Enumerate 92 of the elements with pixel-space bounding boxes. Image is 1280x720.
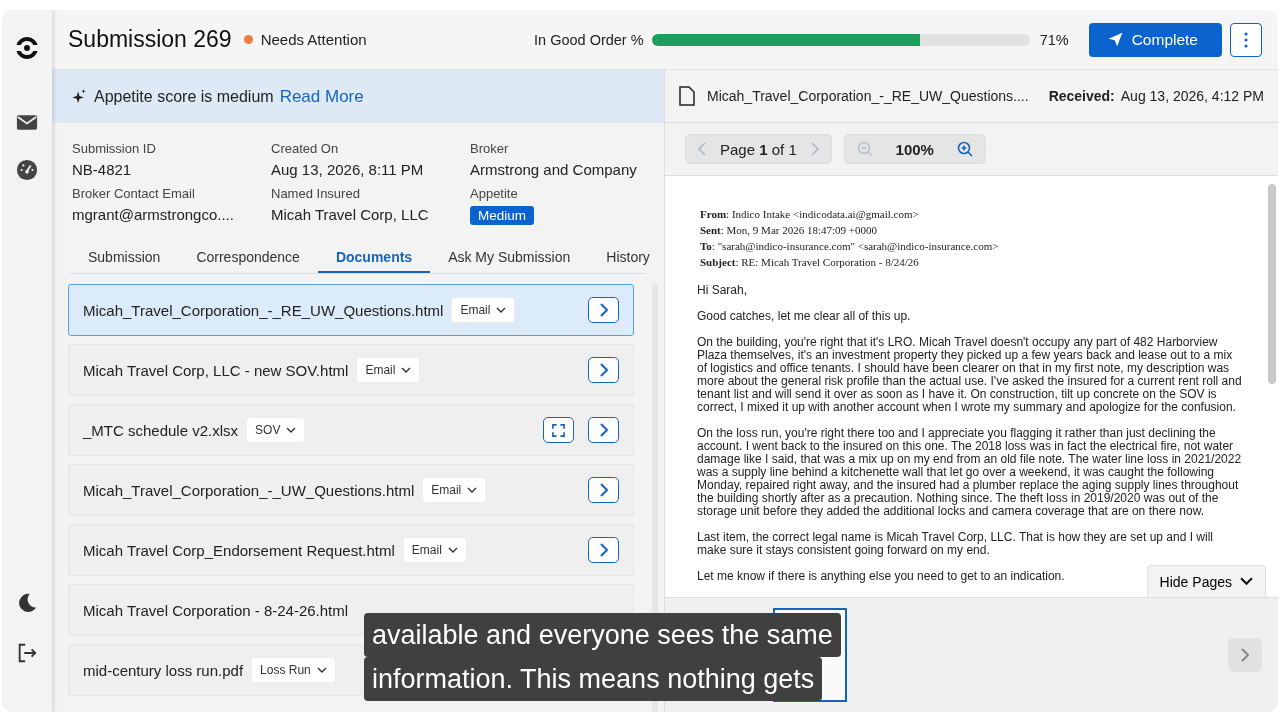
file-name: Micah_Travel_Corporation_-_RE_UW_Questions.... <box>707 88 1029 104</box>
chevron-down-icon <box>286 427 297 433</box>
chevron-down-icon <box>447 547 458 553</box>
progress-label: In Good Order % <box>534 31 644 48</box>
gauge-icon[interactable] <box>16 159 38 181</box>
email-header-line: Sent: Mon, 9 Mar 2026 18:47:09 +0000 <box>700 223 878 238</box>
document-type-dropdown[interactable]: Loss Run <box>251 657 336 683</box>
scrollbar[interactable] <box>1268 184 1276 384</box>
chevron-right-icon <box>598 423 609 437</box>
more-menu-button[interactable] <box>1230 22 1262 57</box>
received-date: Aug 13, 2026, 4:12 PM <box>1120 88 1264 104</box>
email-header-line: Subject: RE: Micah Travel Corporation - 8/24/26 <box>700 255 920 270</box>
progress-reading: 71% <box>1039 31 1069 48</box>
field-value: mgrant@armstrongco.... <box>72 206 234 223</box>
tab[interactable]: Documents <box>317 243 431 273</box>
document-row[interactable]: Micah Travel Corp, LLC - new SOV.html Email <box>68 344 634 396</box>
chevron-down-icon <box>316 667 327 673</box>
open-document-button[interactable] <box>588 417 619 443</box>
kebab-icon <box>1244 31 1248 48</box>
email-paragraph: Good catches, let me clear all of this up. <box>697 310 911 323</box>
tab[interactable]: History <box>588 243 668 273</box>
open-document-button[interactable] <box>588 537 619 563</box>
document-name: Micah_Travel_Corporation_-_RE_UW_Questions.html <box>83 301 444 319</box>
field-label: Created On <box>271 141 339 156</box>
field-label: Broker Contact Email <box>72 186 195 201</box>
expand-button[interactable] <box>543 417 574 443</box>
chevron-right-icon <box>1241 648 1249 662</box>
chevron-right-icon <box>598 483 609 497</box>
document-name: mid-century loss run.pdf <box>83 661 244 679</box>
chevron-down-icon <box>467 487 478 493</box>
chevron-down-icon <box>496 307 507 313</box>
tab[interactable]: Correspondence <box>178 243 318 273</box>
document-type-dropdown[interactable]: Email <box>402 537 467 563</box>
caption-tooltip: information. This means nothing gets <box>364 657 823 701</box>
document-name: Micah Travel Corp, LLC - new SOV.html <box>83 361 349 379</box>
document-row[interactable]: Micah_Travel_Corporation_-_RE_UW_Questions.html Email <box>68 284 634 336</box>
complete-button[interactable]: Complete <box>1088 22 1222 57</box>
email-paragraph: On the loss run, you're right there too and I appreciate you flagging it rather than just declining the account. I went back to the insured on this one. The 2018 loss was in fact the electrical fire, not water damage like I said, that was a mix up on my end from an old file note. The water line loss in 2021/2022 was a supply line behind a kitchenette wall that let go over a weekend, it was caught the following Monday, repaired right away, and the insured had a plumber replace the aging supply lines throughout the building shortly after as a precaution. Nothing since. The theft loss in 2019/2020 was out of the storage unit before they added the additional locks and camera coverage that are on there now. <box>697 427 1242 518</box>
document-row[interactable]: _MTC schedule v2.xlsx SOV <box>68 404 634 456</box>
logout-icon[interactable] <box>16 642 38 664</box>
moon-icon[interactable] <box>16 592 38 614</box>
open-document-button[interactable] <box>588 297 619 323</box>
field-label: Submission ID <box>72 141 156 156</box>
page-title: Submission 269 <box>68 26 232 53</box>
zoom-in-icon[interactable] <box>956 141 973 157</box>
send-icon <box>1106 31 1124 48</box>
banner-text: Appetite score is medium <box>94 87 274 106</box>
document-name: Micah Travel Corp_Endorsement Request.html <box>83 541 395 559</box>
chevron-down-icon <box>1240 577 1253 586</box>
file-icon <box>679 86 695 106</box>
field-value: NB-4821 <box>72 161 132 178</box>
chevron-right-icon <box>598 303 609 317</box>
email-header-line: From: Indico Intake <indicodata.ai@gmail.com> <box>700 207 920 222</box>
hide-pages-button[interactable]: Hide Pages <box>1146 565 1266 597</box>
expand-icon <box>552 423 565 437</box>
field-value: Armstrong and Company <box>470 161 637 178</box>
status-dot-icon <box>243 35 253 44</box>
email-header-line: To: "sarah@indico-insurance.com" <sarah@indico-insurance.com> <box>700 239 1000 254</box>
email-paragraph: Let me know if there is anything else you need to get to an indication. <box>697 570 1065 583</box>
tab[interactable]: Ask My Submission <box>430 243 589 273</box>
email-paragraph: On the building, you're right that it's LRO. Micah Travel doesn't occupy any part of 482 Harborview Plaza themselves, it's an investment property they picked up a few years back and lease out to a mix of logistics and office tenants. I should have been clearer on that in my first note, my description was more about the general risk profile than the actual use. I've asked the insured for a current rent roll and tenant list and will send it over as soon as I have it. On construction, tilt up concrete on the SOV is correct, I mixed it up with another account when I wrote my summary and apologize for the confusion. <box>697 336 1242 414</box>
email-paragraph: Hi Sarah, <box>697 284 748 297</box>
appetite-badge: Medium <box>470 206 534 225</box>
field-value: Aug 13, 2026, 8:11 PM <box>271 161 424 178</box>
document-type-dropdown[interactable]: Email <box>356 357 421 383</box>
email-paragraph: Last item, the correct legal name is Micah Travel Corp, LLC. That is how they are set up and I will make sure it stays consistent going forward on my end. <box>697 531 1214 557</box>
field-label: Appetite <box>470 186 518 201</box>
chevron-down-icon <box>401 367 412 373</box>
document-name: Micah Travel Corporation - 8-24-26.html <box>83 601 349 619</box>
field-label: Named Insured <box>271 186 360 201</box>
caption-tooltip: available and everyone sees the same <box>364 613 841 657</box>
document-name: _MTC schedule v2.xlsx <box>83 421 239 439</box>
next-thumbnail-button[interactable] <box>1228 638 1262 672</box>
chevron-right-icon <box>598 543 609 557</box>
zoom-level: 100% <box>894 140 935 158</box>
mail-icon[interactable] <box>16 114 38 131</box>
tab[interactable]: Submission <box>70 243 179 273</box>
page-indicator: Page 1 of 1 <box>720 140 797 158</box>
field-value: Micah Travel Corp, LLC <box>271 206 429 223</box>
document-type-dropdown[interactable]: Email <box>451 297 516 323</box>
document-type-dropdown[interactable]: SOV <box>246 417 306 443</box>
document-row[interactable]: Micah_Travel_Corporation_-_UW_Questions.html Email <box>68 464 634 516</box>
status-label: Needs Attention <box>260 31 367 48</box>
document-name: Micah_Travel_Corporation_-_UW_Questions.html <box>83 481 415 499</box>
received-label: Received: <box>1048 88 1115 104</box>
field-label: Broker <box>470 141 509 156</box>
document-row[interactable]: Micah Travel Corp_Endorsement Request.html Email <box>68 524 634 576</box>
chevron-right-icon <box>598 363 609 377</box>
read-more-link[interactable]: Read More <box>279 86 364 107</box>
open-document-button[interactable] <box>588 477 619 503</box>
open-document-button[interactable] <box>588 357 619 383</box>
document-type-dropdown[interactable]: Email <box>422 477 487 503</box>
